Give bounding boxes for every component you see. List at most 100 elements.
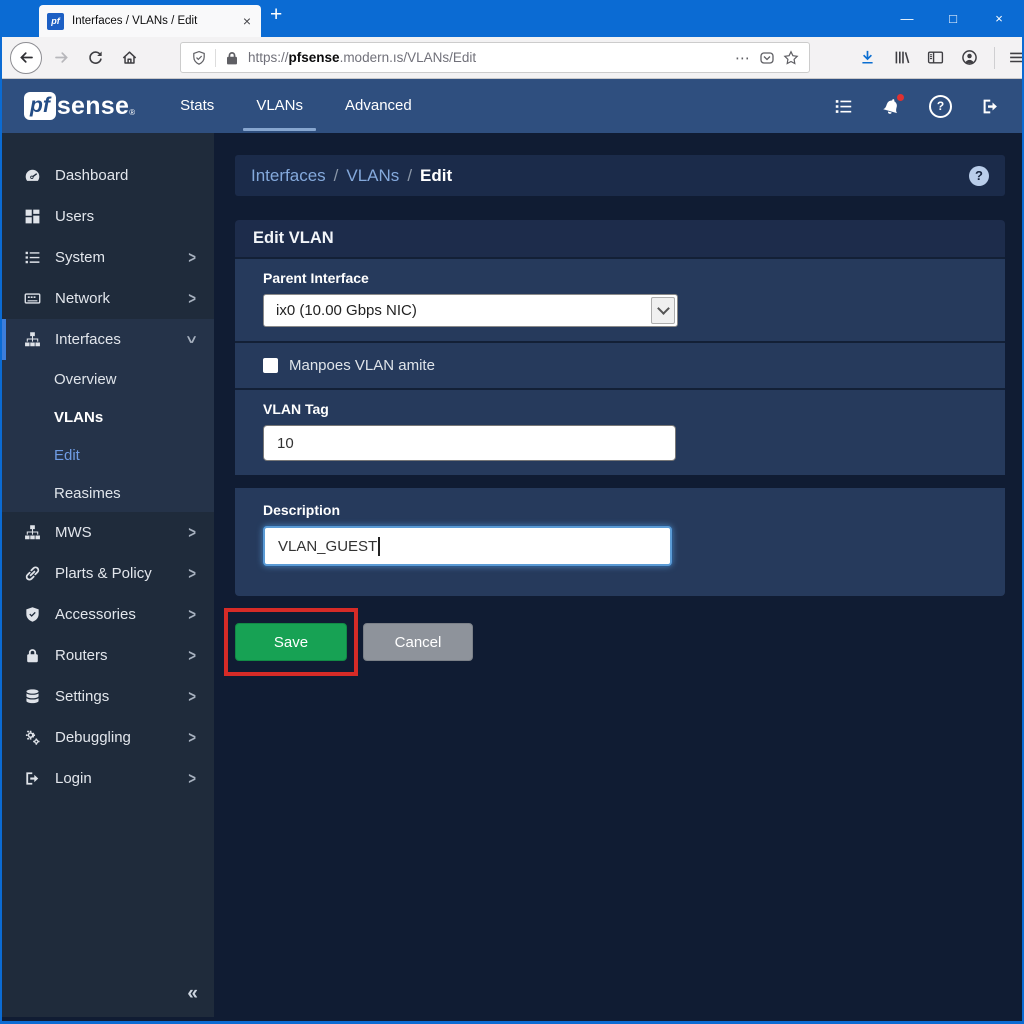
logo-pf-box: pf <box>24 92 56 120</box>
forward-button[interactable] <box>46 43 76 73</box>
window-controls: — □ × <box>884 0 1022 37</box>
url-scheme: https:// <box>248 50 289 65</box>
database-icon <box>24 688 41 705</box>
sidebar-item-label: Users <box>55 208 94 225</box>
gauge-icon <box>24 167 41 184</box>
tab-title: Interfaces / VLANs / Edit <box>72 15 233 27</box>
pfsense-favicon: pf <box>47 13 64 30</box>
parent-interface-value: ix0 (10.00 Gbps NIC) <box>264 302 651 319</box>
home-button[interactable] <box>114 43 144 73</box>
menu-button[interactable] <box>1001 43 1024 73</box>
navbar-links: Stats VLANs Advanced <box>159 79 433 133</box>
sidebar-item-network[interactable]: Network > <box>2 278 214 319</box>
url-text[interactable]: https://pfsense.modern.ıs/VLANs/Edit <box>248 50 727 65</box>
chevron-right-icon: > <box>188 523 196 542</box>
browser-titlebar: pf Interfaces / VLANs / Edit × + — □ × <box>2 0 1022 37</box>
sidebar-item-accessories[interactable]: Accessories > <box>2 594 214 635</box>
sidebar-subitem-overview[interactable]: Overview <box>2 360 214 398</box>
breadcrumb-separator: / <box>407 166 412 186</box>
logout-button[interactable] <box>980 96 1000 116</box>
description-input[interactable]: VLAN_GUEST <box>263 526 672 566</box>
chevron-right-icon: > <box>188 248 196 267</box>
sidebar-item-users[interactable]: Users <box>2 196 214 237</box>
app-navbar: pfsense® Stats VLANs Advanced ? <box>2 79 1022 133</box>
sidebar-item-interfaces[interactable]: Interfaces > <box>2 319 214 360</box>
reload-button[interactable] <box>80 43 110 73</box>
tracking-shield-icon[interactable] <box>191 50 207 66</box>
list-icon <box>24 249 41 266</box>
sidebar-item-label: Login <box>55 770 92 787</box>
vlan-checkbox-row: Manpoes VLAN amite <box>235 341 1005 388</box>
toolbar-separator <box>994 47 995 69</box>
chevron-right-icon: > <box>188 728 196 747</box>
sidebar-collapse-button[interactable]: « <box>187 983 198 1005</box>
navbar-item-vlans[interactable]: VLANs <box>235 79 324 133</box>
notifications-button[interactable] <box>881 96 901 116</box>
sidebar-item-login[interactable]: Login > <box>2 758 214 799</box>
hamburger-menu-icon <box>1008 49 1024 66</box>
parent-interface-label: Parent Interface <box>263 269 977 287</box>
page-help-button[interactable]: ? <box>969 166 989 186</box>
sidebar-item-plarts-policy[interactable]: Plarts & Policy > <box>2 553 214 594</box>
parent-interface-select[interactable]: ix0 (10.00 Gbps NIC) <box>263 294 678 327</box>
chevron-down-icon: > <box>183 336 202 344</box>
page-actions-icon[interactable]: ⋯ <box>735 49 751 67</box>
vlan-tag-input[interactable]: 10 <box>263 425 676 461</box>
window-minimize-button[interactable]: — <box>884 0 930 37</box>
new-tab-button[interactable]: + <box>270 3 282 27</box>
gears-icon <box>24 729 41 746</box>
select-dropdown-button[interactable] <box>651 297 675 324</box>
breadcrumb-interfaces-link[interactable]: Interfaces <box>251 166 326 186</box>
url-bar[interactable]: https://pfsense.modern.ıs/VLANs/Edit ⋯ <box>180 42 810 73</box>
navbar-item-advanced[interactable]: Advanced <box>324 79 433 133</box>
vlan-checkbox[interactable] <box>263 358 278 373</box>
sidebar-subitem-label: VLANs <box>54 409 103 426</box>
navbar-icons: ? <box>833 79 1000 133</box>
breadcrumb-separator: / <box>334 166 339 186</box>
form-actions: Save Cancel <box>235 608 1022 688</box>
bookmark-star-icon[interactable] <box>783 50 799 66</box>
sidebar-item-label: Routers <box>55 647 108 664</box>
help-button[interactable]: ? <box>929 95 952 118</box>
window-maximize-button[interactable]: □ <box>930 0 976 37</box>
downloads-button[interactable] <box>852 43 882 73</box>
sidebar-subitem-reasimes[interactable]: Reasimes <box>2 474 214 512</box>
status-list-button[interactable] <box>833 96 853 116</box>
panel-section-gap <box>235 475 1005 488</box>
sidebar-item-routers[interactable]: Routers > <box>2 635 214 676</box>
breadcrumb-vlans-link[interactable]: VLANs <box>346 166 399 186</box>
sidebar-subitem-label: Edit <box>54 447 80 464</box>
sidebar-item-system[interactable]: System > <box>2 237 214 278</box>
browser-tab[interactable]: pf Interfaces / VLANs / Edit × <box>39 5 261 37</box>
back-button[interactable] <box>10 42 42 74</box>
chevron-right-icon: > <box>188 769 196 788</box>
sidebar-item-settings[interactable]: Settings > <box>2 676 214 717</box>
sidebar-subitem-vlans[interactable]: VLANs <box>2 398 214 436</box>
save-button[interactable]: Save <box>235 623 347 661</box>
chevron-right-icon: > <box>188 646 196 665</box>
library-button[interactable] <box>886 43 916 73</box>
window-close-button[interactable]: × <box>976 0 1022 37</box>
sidebar-subitem-edit[interactable]: Edit <box>2 436 214 474</box>
sitemap-icon <box>24 524 41 541</box>
sidebar-item-debuggling[interactable]: Debuggling > <box>2 717 214 758</box>
sidebar-toggle-button[interactable] <box>920 43 950 73</box>
sidebar-item-mws[interactable]: MWS > <box>2 512 214 553</box>
pfsense-logo[interactable]: pfsense® <box>24 92 135 121</box>
vlan-checkbox-label: Manpoes VLAN amite <box>289 357 435 374</box>
vlan-tag-row: VLAN Tag 10 <box>235 388 1005 475</box>
nic-icon <box>24 290 41 307</box>
shield-icon <box>24 606 41 623</box>
tab-close-icon[interactable]: × <box>241 13 253 29</box>
account-button[interactable] <box>954 43 984 73</box>
pocket-icon[interactable] <box>759 50 775 66</box>
chevron-right-icon: > <box>188 564 196 583</box>
panel-title: Edit VLAN <box>235 220 1005 257</box>
cancel-button[interactable]: Cancel <box>363 623 473 661</box>
navbar-item-stats[interactable]: Stats <box>159 79 235 133</box>
sidebar-subitem-label: Overview <box>54 371 117 388</box>
sidebar-item-dashboard[interactable]: Dashboard <box>2 155 214 196</box>
sidebar: Dashboard Users System > Network > Inter… <box>2 133 214 1017</box>
sidebar-toggle-icon <box>927 49 944 66</box>
back-arrow-icon <box>18 49 35 66</box>
